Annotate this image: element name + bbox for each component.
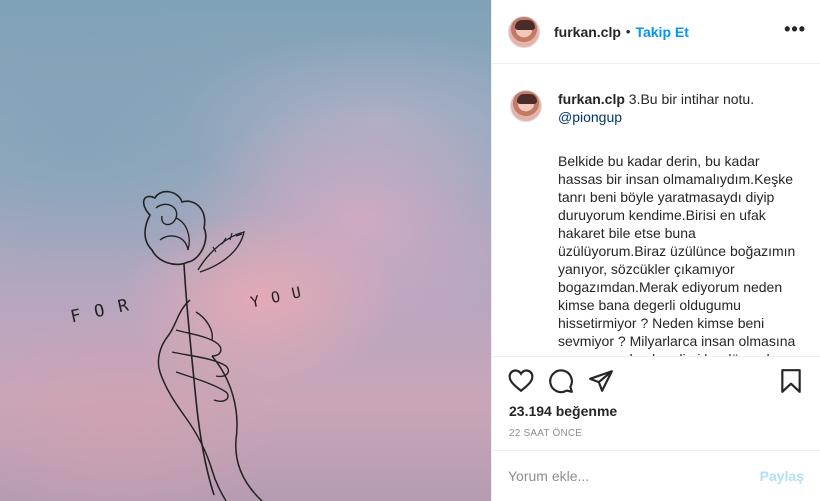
more-options-icon[interactable]: ••• xyxy=(784,20,806,38)
post-header: furkan.clp • Takip Et ••• xyxy=(492,0,820,64)
caption-body: Belkide bu kadar derin, bu kadar hassas … xyxy=(558,153,796,356)
follow-button[interactable]: Takip Et xyxy=(635,24,688,40)
caption-title: 3.Bu bir intihar notu. xyxy=(628,91,755,107)
caption-username[interactable]: furkan.clp xyxy=(558,91,625,107)
comment-icon[interactable] xyxy=(548,368,574,394)
header-username[interactable]: furkan.clp xyxy=(554,24,621,40)
rose-drawing xyxy=(142,190,263,501)
avatar[interactable] xyxy=(508,15,540,48)
bookmark-icon[interactable] xyxy=(778,368,804,394)
separator-dot: • xyxy=(625,24,631,39)
caption-title-block: furkan.clp 3.Bu bir intihar notu. @piong… xyxy=(558,90,754,126)
caption-mention[interactable]: @piongup xyxy=(558,108,754,126)
share-icon[interactable] xyxy=(588,368,614,394)
heart-icon[interactable] xyxy=(508,368,534,394)
post-sidebar: furkan.clp • Takip Et ••• furkan.clp 3.B… xyxy=(491,0,820,501)
comment-bar: Paylaş xyxy=(492,450,820,501)
action-bar xyxy=(508,364,804,396)
caption-header: furkan.clp 3.Bu bir intihar notu. @piong… xyxy=(492,64,820,126)
comment-input[interactable] xyxy=(508,468,752,484)
post-image[interactable]: FOR YOU xyxy=(0,0,491,501)
post-comment-button[interactable]: Paylaş xyxy=(760,468,804,484)
post-timestamp[interactable]: 22 SAAT ÖNCE xyxy=(509,428,582,439)
like-count[interactable]: 23.194 beğenme xyxy=(509,403,617,419)
caption-area[interactable]: furkan.clp 3.Bu bir intihar notu. @piong… xyxy=(492,64,820,357)
caption-avatar[interactable] xyxy=(510,90,542,122)
